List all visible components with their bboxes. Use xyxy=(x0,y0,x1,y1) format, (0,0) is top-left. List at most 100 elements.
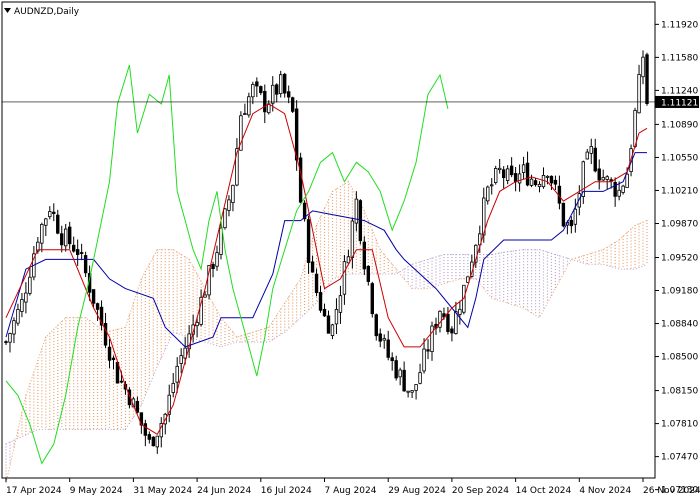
candle xyxy=(99,300,104,331)
candle-body xyxy=(617,189,621,197)
y-tick-label: 1.07470 xyxy=(661,453,698,463)
candle xyxy=(44,217,48,237)
candle-body xyxy=(79,252,84,254)
x-tick-label: 4 Nov 2024 xyxy=(579,486,631,496)
current-price-label: 1.11121 xyxy=(661,98,698,108)
candle-body xyxy=(494,168,498,183)
candle xyxy=(362,236,367,276)
candle-body xyxy=(486,186,490,202)
candle xyxy=(40,222,44,253)
candle-body xyxy=(20,299,24,312)
candle xyxy=(24,282,28,314)
candle-body xyxy=(390,357,394,361)
candle xyxy=(541,167,546,189)
candle xyxy=(509,157,514,178)
chart-header: AUDNZD,Daily xyxy=(4,7,80,17)
candle xyxy=(28,266,32,296)
y-tick-label: 1.08150 xyxy=(661,387,698,397)
candle-body xyxy=(83,255,88,274)
candle-body xyxy=(211,264,215,270)
candle xyxy=(255,77,259,98)
candle xyxy=(490,178,494,195)
candle xyxy=(151,436,156,447)
chikou-span-line xyxy=(5,64,449,465)
candle xyxy=(171,373,175,398)
candle-body xyxy=(621,185,625,193)
candle xyxy=(279,70,283,98)
candle-body xyxy=(366,265,371,282)
chart-container: 1.11920 1.11580 1.11240 1.10890 1.10550 1.102… xyxy=(0,0,700,500)
candle xyxy=(410,390,414,398)
candle-body xyxy=(450,328,454,334)
candle xyxy=(390,352,394,371)
candle xyxy=(394,355,398,381)
candle xyxy=(494,165,498,185)
candle xyxy=(263,84,267,124)
candle-body xyxy=(438,310,442,328)
candle-body xyxy=(215,252,219,267)
candle-body xyxy=(40,224,44,244)
candle-body xyxy=(306,219,311,263)
candle-body xyxy=(171,382,175,393)
candle-body xyxy=(60,233,64,246)
y-tick-label: 1.10550 xyxy=(661,153,698,163)
candle xyxy=(159,417,163,448)
candle-body xyxy=(135,400,140,413)
candle-body xyxy=(418,372,422,384)
candle xyxy=(187,325,191,358)
candle-body xyxy=(641,56,645,78)
candle xyxy=(163,412,167,435)
dropdown-triangle-icon[interactable] xyxy=(4,8,11,13)
candle xyxy=(306,215,311,274)
candle-body xyxy=(386,339,390,358)
candle xyxy=(107,338,112,369)
candle xyxy=(259,85,263,96)
candle-body xyxy=(398,369,402,378)
candle xyxy=(613,177,617,207)
candle-body xyxy=(8,333,12,343)
plot-frame xyxy=(1,1,656,479)
candle-body xyxy=(430,325,434,352)
y-tick-label: 1.10210 xyxy=(661,186,698,196)
candle-body xyxy=(374,314,378,337)
candle xyxy=(501,166,506,189)
x-tick-label: 17 Apr 2024 xyxy=(6,486,62,496)
candle xyxy=(75,239,80,266)
candle-body xyxy=(263,90,267,113)
candle xyxy=(581,160,585,204)
candle xyxy=(64,223,68,252)
candle-body xyxy=(286,91,291,98)
candle xyxy=(83,251,88,278)
candle-body xyxy=(298,157,303,203)
candle xyxy=(513,166,518,192)
candle-body xyxy=(378,333,382,342)
candle xyxy=(557,175,562,210)
x-tick-label: 24 Jun 2024 xyxy=(197,486,251,496)
candle xyxy=(458,300,462,325)
candle xyxy=(275,83,279,103)
candle xyxy=(450,326,454,342)
candle xyxy=(20,292,24,318)
candle xyxy=(601,169,605,182)
candle-body xyxy=(267,103,271,114)
candle-body xyxy=(75,249,80,256)
candle xyxy=(533,177,538,187)
candle xyxy=(350,217,355,269)
candle-body xyxy=(382,338,386,341)
candle-body xyxy=(362,241,367,270)
candle xyxy=(314,268,319,297)
candle xyxy=(418,363,422,385)
candle-body xyxy=(44,218,48,226)
candle-body xyxy=(111,357,116,361)
candle-body xyxy=(326,315,331,334)
candle xyxy=(406,390,410,398)
candle-body xyxy=(243,113,247,115)
candle-body xyxy=(290,97,295,112)
candle-body xyxy=(601,177,605,181)
candle xyxy=(553,175,558,190)
ichimoku-cloud xyxy=(5,181,648,484)
x-tick-label: 9 May 2024 xyxy=(70,486,123,496)
candle-body xyxy=(147,434,152,440)
candle xyxy=(12,317,16,344)
candle xyxy=(589,138,593,165)
